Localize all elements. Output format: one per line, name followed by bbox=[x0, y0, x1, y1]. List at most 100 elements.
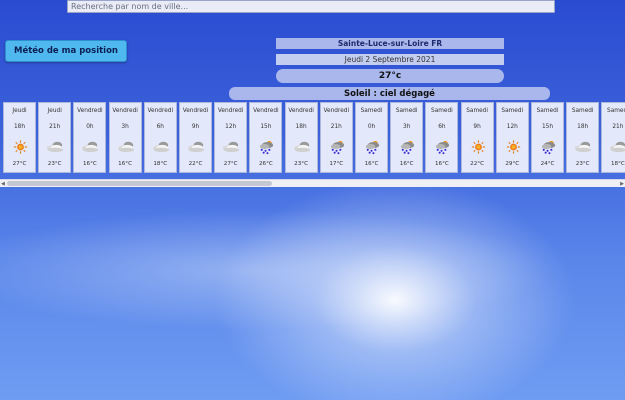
forecast-day: Samedi bbox=[536, 108, 559, 114]
cloud-icon bbox=[222, 139, 241, 155]
forecast-day: Samedi bbox=[360, 108, 383, 114]
current-date: Jeudi 2 Septembre 2021 bbox=[276, 54, 504, 65]
forecast-card: Jeudi 18h 27°C bbox=[3, 102, 36, 173]
forecast-card: Vendredi 3h 16°C bbox=[108, 102, 142, 173]
forecast-hour: 15h bbox=[260, 124, 272, 130]
sun-icon bbox=[469, 139, 488, 155]
sun-icon bbox=[11, 139, 30, 155]
cloud-icon bbox=[117, 139, 136, 155]
cloud-icon bbox=[187, 139, 206, 155]
forecast-day: Vendredi bbox=[112, 108, 138, 114]
forecast-card: Samedi 0h 16°C bbox=[355, 102, 388, 173]
forecast-temperature: 27°C bbox=[223, 161, 238, 167]
forecast-day: Samedi bbox=[466, 108, 488, 114]
current-condition: Soleil : ciel dégagé bbox=[229, 87, 550, 100]
scroll-left-arrow-icon[interactable]: ◀ bbox=[1, 181, 5, 187]
forecast-hour: 6h bbox=[438, 124, 446, 130]
my-location-weather-button[interactable]: Météo de ma position bbox=[5, 40, 127, 62]
forecast-day: Samedi bbox=[607, 108, 625, 114]
forecast-hour: 21h bbox=[330, 124, 342, 130]
rain-icon bbox=[257, 139, 276, 155]
forecast-card: Samedi 6h 16°C bbox=[425, 102, 459, 173]
forecast-day: Samedi bbox=[501, 108, 524, 114]
forecast-hour: 21h bbox=[612, 124, 624, 130]
cloud-icon bbox=[609, 139, 625, 155]
forecast-hour: 6h bbox=[156, 124, 164, 130]
forecast-temperature: 26°C bbox=[258, 161, 273, 167]
sun-icon bbox=[504, 139, 523, 155]
forecast-temperature: 18°C bbox=[610, 161, 625, 167]
forecast-hour: 12h bbox=[506, 124, 518, 130]
forecast-hour: 15h bbox=[541, 124, 554, 130]
forecast-temperature: 23°C bbox=[47, 161, 62, 167]
forecast-day: Samedi bbox=[571, 108, 594, 114]
forecast-card: Samedi 21h 18°C bbox=[601, 102, 625, 173]
forecast-day: Vendredi bbox=[323, 108, 350, 114]
forecast-day: Vendredi bbox=[288, 108, 314, 114]
forecast-day: Samedi bbox=[431, 108, 453, 114]
forecast-day: Vendredi bbox=[77, 108, 103, 114]
forecast-hour: 3h bbox=[403, 124, 411, 130]
rain-icon bbox=[363, 139, 382, 155]
forecast-temperature: 27°C bbox=[12, 161, 27, 167]
city-search-input[interactable] bbox=[67, 0, 555, 13]
forecast-day: Vendredi bbox=[253, 108, 279, 114]
forecast-temperature: 23°C bbox=[575, 161, 590, 167]
forecast-temperature: 16°C bbox=[434, 161, 449, 167]
rain-icon bbox=[398, 139, 417, 155]
scrollbar-thumb[interactable] bbox=[7, 181, 272, 186]
forecast-temperature: 16°C bbox=[364, 161, 379, 167]
forecast-temperature: 17°C bbox=[329, 161, 344, 167]
rain-icon bbox=[328, 139, 347, 155]
scroll-right-arrow-icon[interactable]: ▶ bbox=[620, 181, 624, 187]
forecast-temperature: 24°C bbox=[540, 161, 555, 167]
forecast-hour: 3h bbox=[121, 124, 129, 130]
forecast-temperature: 22°C bbox=[470, 161, 484, 167]
forecast-hour: 9h bbox=[473, 124, 481, 130]
forecast-card: Samedi 9h 22°C bbox=[460, 102, 494, 173]
city-name: Sainte-Luce-sur-Loire FR bbox=[276, 38, 504, 49]
cloud-icon bbox=[152, 139, 171, 155]
cloud-icon bbox=[574, 139, 593, 155]
forecast-hour: 18h bbox=[13, 124, 26, 130]
forecast-hour: 18h bbox=[295, 124, 307, 130]
forecast-day: Jeudi bbox=[12, 108, 27, 114]
forecast-day: Jeudi bbox=[47, 108, 62, 114]
forecast-temperature: 18°C bbox=[153, 161, 168, 167]
forecast-card: Vendredi 6h 18°C bbox=[143, 102, 177, 173]
forecast-hour: 0h bbox=[86, 124, 94, 130]
forecast-temperature: 29°C bbox=[505, 161, 520, 167]
forecast-day: Samedi bbox=[395, 108, 418, 114]
forecast-card: Vendredi 0h 16°C bbox=[73, 102, 107, 173]
forecast-card: Samedi 12h 29°C bbox=[495, 102, 529, 173]
forecast-temperature: 22°C bbox=[188, 161, 203, 167]
cloud-icon bbox=[293, 139, 312, 155]
forecast-hour: 9h bbox=[191, 124, 200, 130]
forecast-card: Jeudi 21h 23°C bbox=[38, 102, 72, 173]
forecast-card: Samedi 3h 16°C bbox=[390, 102, 424, 173]
forecast-card: Samedi 15h 24°C bbox=[531, 102, 564, 173]
forecast-card: Samedi 18h 23°C bbox=[566, 102, 600, 173]
forecast-card: Vendredi 15h 26°C bbox=[249, 102, 283, 173]
current-temperature: 27°c bbox=[276, 69, 504, 83]
cloud-icon bbox=[46, 139, 65, 155]
forecast-hour: 12h bbox=[225, 124, 237, 130]
forecast-card: Vendredi 18h 23°C bbox=[284, 102, 318, 173]
horizontal-scrollbar[interactable]: ◀ ▶ bbox=[0, 179, 625, 187]
forecast-card: Vendredi 21h 17°C bbox=[319, 102, 353, 173]
hourly-forecast-strip[interactable]: Jeudi 18h 27°C Jeudi 21h 23°C Vendredi 0h 16°C Ve… bbox=[3, 102, 625, 174]
forecast-hour: 0h bbox=[367, 124, 376, 130]
forecast-day: Vendredi bbox=[147, 108, 174, 114]
forecast-card: Vendredi 12h 27°C bbox=[214, 102, 248, 173]
cloud-icon bbox=[81, 139, 100, 155]
forecast-hour: 18h bbox=[577, 124, 589, 130]
forecast-day: Vendredi bbox=[217, 108, 244, 114]
forecast-temperature: 16°C bbox=[118, 161, 132, 167]
rain-icon bbox=[433, 139, 452, 155]
forecast-temperature: 16°C bbox=[82, 161, 97, 167]
forecast-temperature: 23°C bbox=[294, 161, 308, 167]
rain-icon bbox=[539, 139, 558, 155]
forecast-day: Vendredi bbox=[182, 108, 209, 114]
forecast-temperature: 16°C bbox=[399, 161, 414, 167]
forecast-hour: 21h bbox=[49, 124, 61, 130]
